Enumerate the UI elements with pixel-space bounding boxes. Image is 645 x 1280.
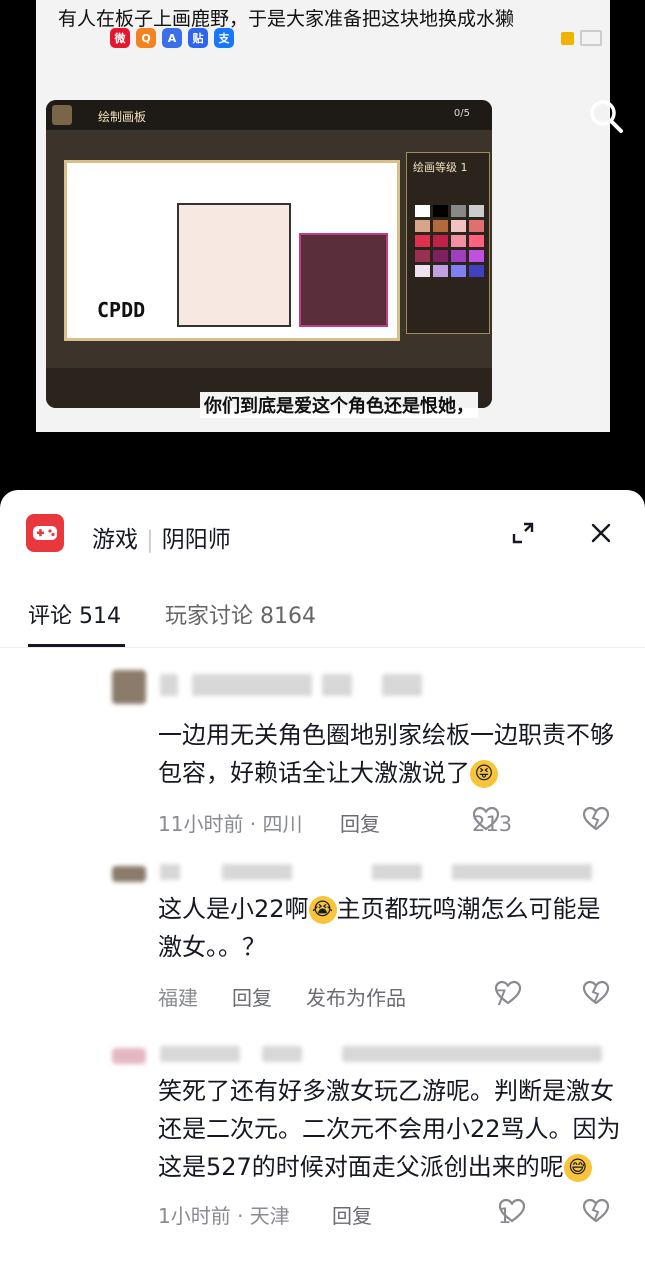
- like-count: 7: [494, 986, 508, 1010]
- game-name[interactable]: 阴阳师: [162, 527, 231, 553]
- color-swatch: [451, 250, 466, 262]
- search-icon[interactable]: [586, 96, 626, 136]
- color-swatch: [469, 220, 484, 232]
- pixel-canvas: CPDD: [64, 160, 400, 341]
- emoji-icon: 😅: [563, 1154, 592, 1182]
- color-swatch: [433, 235, 448, 247]
- game-counter: 0/5: [453, 108, 470, 119]
- comment-item: 这人是小22啊 😭 主页都玩鸣潮怎么可能是激女。。？ 福建 回复 发布为作品 7: [112, 858, 622, 1016]
- dislike-button[interactable]: [582, 806, 610, 832]
- comment-time-location: 11小时前 · 四川: [158, 812, 303, 836]
- comment-text: 一边用无关角色圈地别家绘板一边职责不够包容，好赖话全让大激激说了 😝: [158, 721, 614, 788]
- close-icon[interactable]: [588, 520, 614, 546]
- video-area[interactable]: 有人在板子上画鹿野，于是大家准备把这块地换成水獭 微 Q A 贴 支 绘制画板 …: [0, 0, 645, 490]
- publish-as-work-button[interactable]: 发布为作品: [306, 982, 406, 1011]
- video-subtitle: 你们到底是爱这个角色还是恨她，: [200, 392, 478, 418]
- comment-text: 笑死了还有好多激女玩乙游呢。判断是激女还是二次元。二次元不会用小22骂人。因为这…: [158, 1077, 621, 1182]
- avatar[interactable]: [112, 866, 146, 882]
- like-count: 213: [472, 812, 513, 836]
- color-swatch: [433, 220, 448, 232]
- color-palette: [415, 205, 484, 277]
- color-swatch: [415, 265, 430, 277]
- avatar[interactable]: [112, 670, 146, 704]
- battery-icon: [580, 30, 602, 46]
- tab-divider: [0, 647, 645, 648]
- avatar[interactable]: [112, 1048, 146, 1064]
- color-swatch: [415, 205, 430, 217]
- color-swatch: [469, 265, 484, 277]
- reply-button[interactable]: 回复: [332, 1200, 372, 1229]
- color-swatch: [433, 250, 448, 262]
- reply-button[interactable]: 回复: [340, 808, 380, 837]
- like-button[interactable]: 1: [498, 1198, 526, 1228]
- status-indicators: [561, 30, 602, 46]
- share-app-icons: 微 Q A 贴 支: [110, 28, 234, 48]
- qq-icon: Q: [136, 28, 156, 48]
- canvas-text: CPDD: [97, 298, 146, 322]
- comment-meta: 福建 回复 发布为作品 7: [158, 976, 622, 1016]
- color-swatch: [451, 265, 466, 277]
- pixel-character: [299, 233, 388, 327]
- emoji-icon: 😝: [470, 760, 498, 788]
- comment-text: 这人是小22啊 😭 主页都玩鸣潮怎么可能是激女。。？: [158, 895, 601, 961]
- weibo-icon: 微: [110, 28, 130, 48]
- broken-heart-icon: [582, 1198, 610, 1223]
- comment-tabs: 评论 514 玩家讨论 8164: [28, 598, 316, 630]
- back-icon: [52, 105, 72, 125]
- color-swatch: [469, 235, 484, 247]
- comment-item: 一边用无关角色圈地别家绘板一边职责不够包容，好赖话全让大激激说了 😝 11小时前 …: [112, 670, 622, 842]
- like-count: 1: [498, 1204, 512, 1228]
- comment-meta: 11小时前 · 四川 回复 213: [158, 802, 622, 842]
- comment-meta: 1小时前 · 天津 回复 1: [158, 1194, 622, 1234]
- tab-comments[interactable]: 评论 514: [28, 598, 121, 630]
- color-swatch: [469, 205, 484, 217]
- game-header-label: 绘制画板: [98, 110, 147, 124]
- color-swatch: [469, 250, 484, 262]
- dislike-button[interactable]: [582, 980, 610, 1006]
- game-screenshot: 绘制画板 0/5 CPDD 绘画等级 1: [46, 100, 492, 408]
- video-frame: 有人在板子上画鹿野，于是大家准备把这块地换成水獭 微 Q A 贴 支 绘制画板 …: [36, 0, 610, 432]
- comment-author-row: [112, 1040, 622, 1072]
- reply-button[interactable]: 回复: [232, 982, 272, 1011]
- pixel-portrait: [177, 203, 291, 327]
- like-button[interactable]: 7: [494, 980, 522, 1010]
- mixed-icon: A: [162, 28, 182, 48]
- tab-player-discussion[interactable]: 玩家讨论 8164: [165, 598, 316, 630]
- game-toolbar: 绘制画板 0/5: [46, 100, 492, 130]
- color-swatch: [433, 265, 448, 277]
- gamepad-icon: [26, 514, 64, 552]
- panel-title: 游戏 | 阴阳师: [92, 527, 231, 553]
- video-title: 有人在板子上画鹿野，于是大家准备把这块地换成水獭: [58, 8, 515, 30]
- color-swatch: [415, 250, 430, 262]
- emoji-icon: 😭: [308, 896, 337, 924]
- color-swatch: [451, 220, 466, 232]
- color-swatch: [415, 220, 430, 232]
- palette-header: 绘画等级 1: [413, 161, 468, 174]
- minimize-icon[interactable]: [510, 520, 536, 546]
- tieba-icon: 贴: [188, 28, 208, 48]
- color-swatch: [415, 235, 430, 247]
- color-swatch: [433, 205, 448, 217]
- alipay-icon: 支: [214, 28, 234, 48]
- palette-panel: 绘画等级 1: [406, 152, 490, 334]
- comment-location: 福建: [158, 986, 198, 1010]
- comment-time-location: 1小时前 · 天津: [158, 1204, 290, 1228]
- broken-heart-icon: [582, 980, 610, 1005]
- notification-icon: [561, 31, 574, 45]
- comment-item: 笑死了还有好多激女玩乙游呢。判断是激女还是二次元。二次元不会用小22骂人。因为这…: [112, 1040, 622, 1234]
- color-swatch: [451, 205, 466, 217]
- comment-panel: 游戏 | 阴阳师 评论 514 玩家讨论 8164 一边用无关角色圈地别家绘板一边职…: [0, 490, 645, 1280]
- dislike-button[interactable]: [582, 1198, 610, 1224]
- category-label: 游戏: [92, 527, 138, 553]
- broken-heart-icon: [582, 806, 610, 831]
- comment-author-row: [112, 858, 622, 890]
- like-button[interactable]: 213: [472, 806, 512, 836]
- color-swatch: [451, 235, 466, 247]
- comment-author-row: [112, 670, 622, 704]
